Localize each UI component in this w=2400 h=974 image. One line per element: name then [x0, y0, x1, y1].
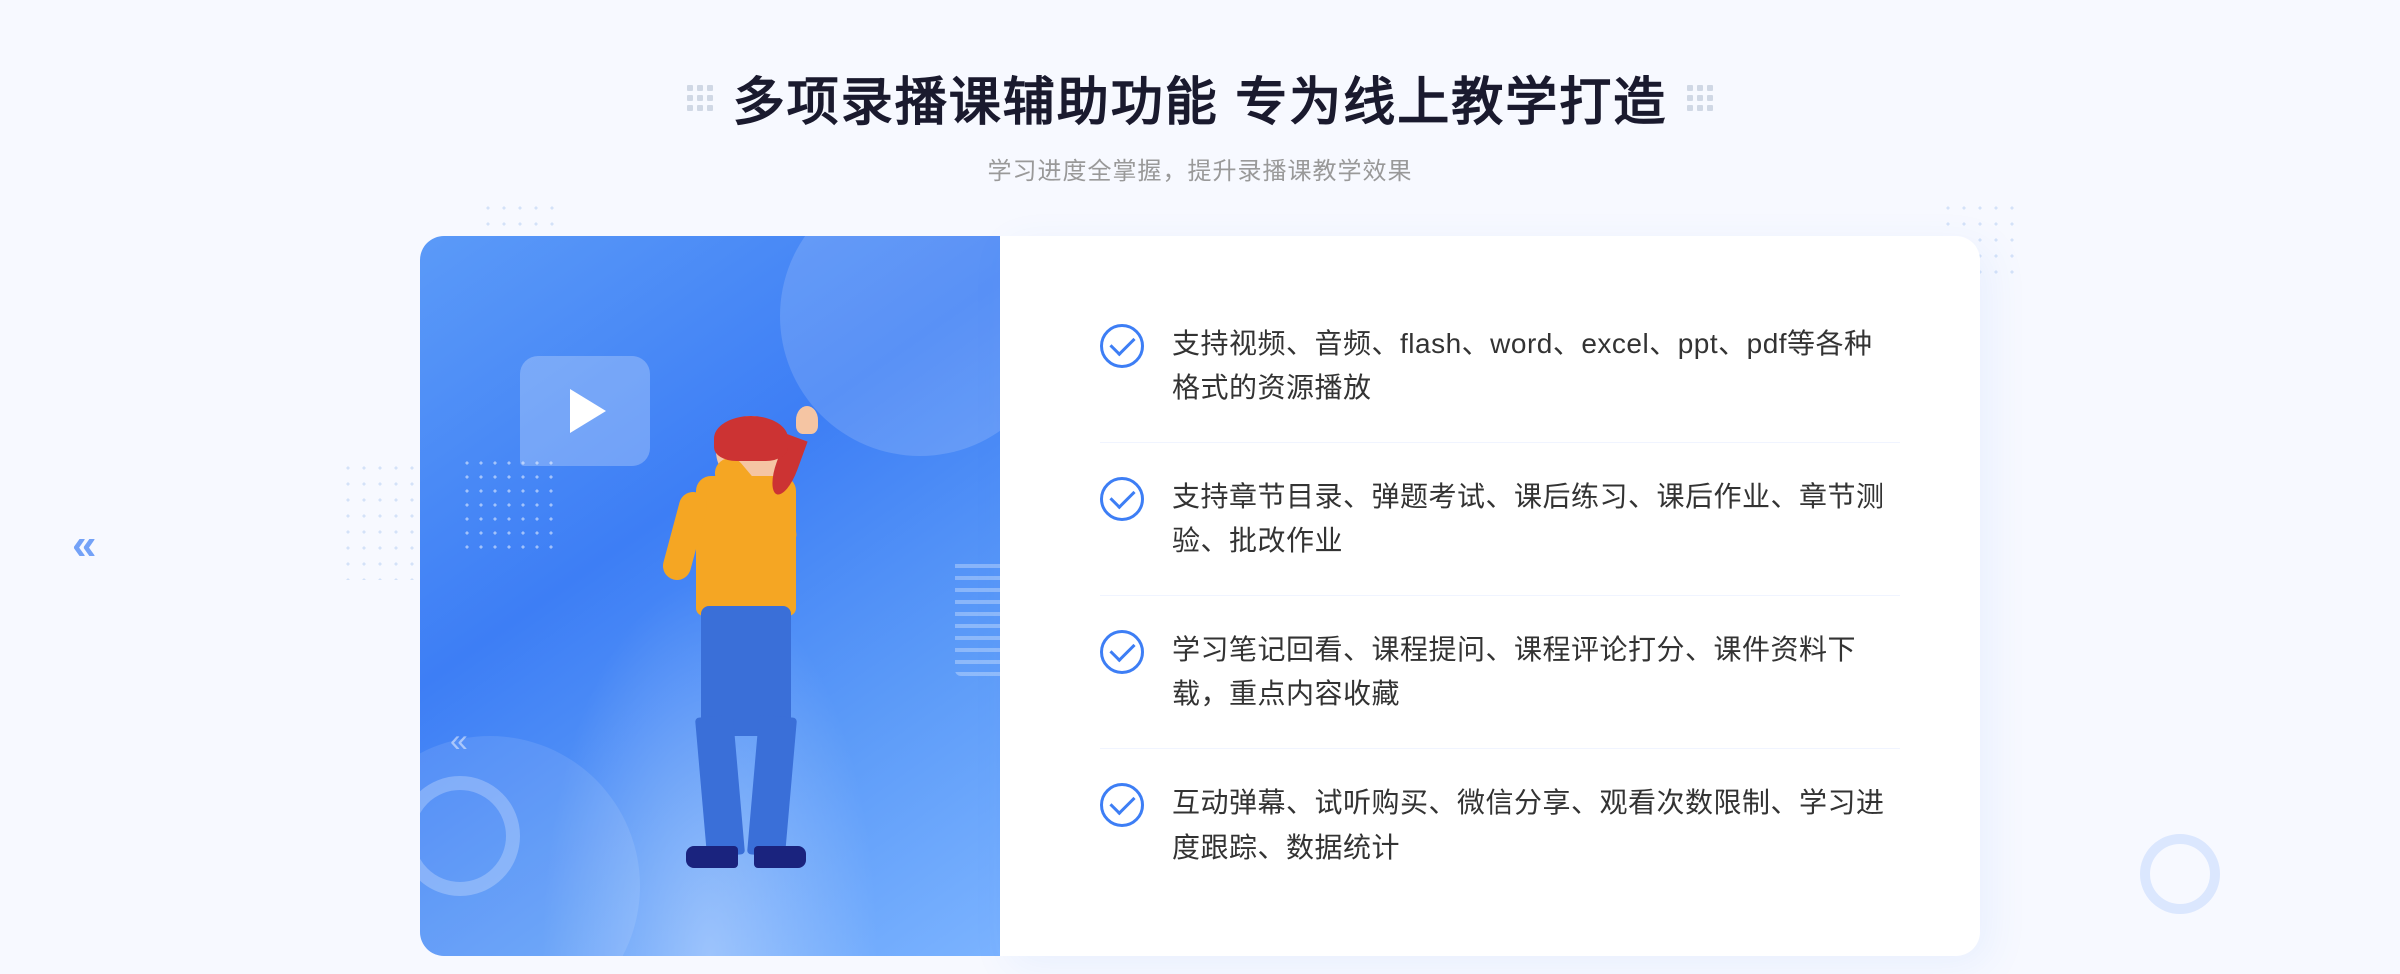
feature-text-1: 支持视频、音频、flash、word、excel、ppt、pdf等各种格式的资源… — [1172, 322, 1900, 412]
page-subtitle: 学习进度全掌握，提升录播课教学效果 — [687, 151, 1713, 186]
feature-text-3: 学习笔记回看、课程提问、课程评论打分、课件资料下载，重点内容收藏 — [1172, 628, 1900, 718]
check-circle-icon-1 — [1100, 324, 1144, 368]
content-area: « — [420, 236, 1980, 956]
striped-decoration — [955, 556, 1000, 676]
check-circle-icon-4 — [1100, 783, 1144, 827]
chevron-left-icon: « — [72, 520, 96, 570]
feature-item-2: 支持章节目录、弹题考试、课后练习、课后作业、章节测验、批改作业 — [1100, 455, 1900, 585]
grid-decoration-left — [687, 85, 713, 111]
feature-divider-3 — [1100, 748, 1900, 749]
feature-divider-1 — [1100, 442, 1900, 443]
feature-item-3: 学习笔记回看、课程提问、课程评论打分、课件资料下载，重点内容收藏 — [1100, 608, 1900, 738]
feature-divider-2 — [1100, 595, 1900, 596]
circle-decoration-illustration — [420, 776, 520, 896]
check-circle-icon-3 — [1100, 630, 1144, 674]
check-circle-icon-2 — [1100, 477, 1144, 521]
feature-text-2: 支持章节目录、弹题考试、课后练习、课后作业、章节测验、批改作业 — [1172, 475, 1900, 565]
circle-decoration-bottom-right — [2140, 834, 2220, 914]
chevron-decoration-illustration: « — [450, 724, 468, 756]
feature-text-4: 互动弹幕、试听购买、微信分享、观看次数限制、学习进度跟踪、数据统计 — [1172, 781, 1900, 871]
illustration-panel: « — [420, 236, 1000, 956]
girl-illustration — [606, 416, 866, 936]
page-wrapper: « 多项录播课辅助功能 专为线上教学打造 学习进度全掌握，提升录播课教学 — [0, 0, 2400, 974]
header-section: 多项录播课辅助功能 专为线上教学打造 学习进度全掌握，提升录播课教学效果 — [687, 60, 1713, 186]
play-icon — [570, 389, 606, 433]
header-title-row: 多项录播课辅助功能 专为线上教学打造 — [687, 60, 1713, 135]
feature-item-4: 互动弹幕、试听购买、微信分享、观看次数限制、学习进度跟踪、数据统计 — [1100, 761, 1900, 891]
dots-decoration-illustration — [460, 456, 560, 556]
page-title: 多项录播课辅助功能 专为线上教学打造 — [733, 60, 1667, 135]
feature-item-1: 支持视频、音频、flash、word、excel、ppt、pdf等各种格式的资源… — [1100, 302, 1900, 432]
grid-decoration-right — [1687, 85, 1713, 111]
features-panel: 支持视频、音频、flash、word、excel、ppt、pdf等各种格式的资源… — [1000, 236, 1980, 956]
